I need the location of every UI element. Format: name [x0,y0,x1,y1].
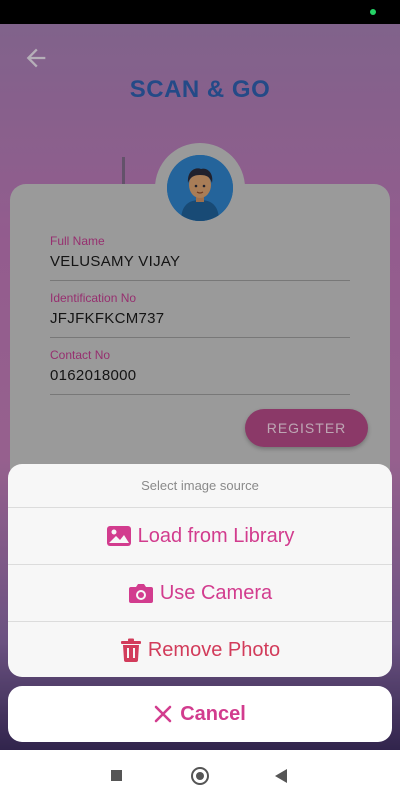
use-camera-label: Use Camera [159,581,273,604]
close-icon [154,705,172,723]
scan-and-go-screen: SCAN & GO Full Name VELUSAMY VIJAY Ident… [0,24,400,750]
load-from-library-option[interactable]: Load from Library [8,508,392,565]
recents-icon[interactable] [111,770,122,781]
image-icon [106,526,131,546]
notification-dot-icon [370,9,376,15]
camera-icon [128,584,153,603]
sheet-title: Select image source [8,464,392,508]
remove-photo-label: Remove Photo [147,638,281,661]
status-bar [0,0,400,24]
system-navigation-bar [0,750,400,800]
trash-icon [120,638,141,662]
remove-photo-option[interactable]: Remove Photo [8,622,392,677]
home-icon[interactable] [191,767,209,785]
cancel-label: Cancel [180,702,246,725]
load-from-library-label: Load from Library [137,524,295,547]
use-camera-option[interactable]: Use Camera [8,565,392,622]
image-source-action-sheet: Select image source Load from Library Us… [8,464,392,677]
cancel-button[interactable]: Cancel [8,686,392,742]
back-triangle-icon[interactable] [275,769,287,783]
